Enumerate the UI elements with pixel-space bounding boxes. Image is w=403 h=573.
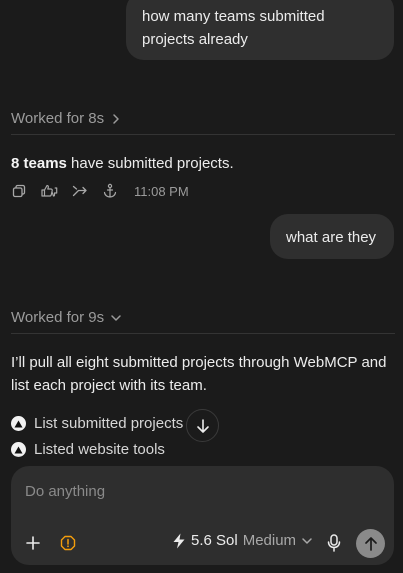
user-message-text: what are they [286,229,377,246]
send-button[interactable] [356,529,385,558]
copy-icon[interactable] [12,184,26,198]
chevron-down-icon [111,314,121,321]
voice-input-button[interactable] [325,533,343,553]
microphone-icon [327,534,341,552]
assistant-text: have submitted projects. [66,155,234,172]
arrow-up-icon [364,536,377,551]
alert-button[interactable] [59,534,77,552]
tool-step[interactable]: List submitted projects [11,415,183,432]
worked-for-label: Worked for 9s [11,309,105,326]
triangle-icon [11,416,26,431]
worked-for-toggle[interactable]: Worked for 8s [11,110,122,127]
user-message-bubble: how many teams submitted projects alread… [126,0,394,60]
plus-icon [26,536,40,550]
model-picker[interactable]: 5.6 Sol Medium [172,532,313,549]
chevron-down-icon [302,537,312,544]
user-message-line: how many teams submitted [142,8,325,25]
branch-icon[interactable] [72,183,88,199]
composer: 5.6 Sol Medium [11,466,394,565]
lightning-icon [173,533,185,548]
divider [11,134,395,135]
scroll-to-bottom-button[interactable] [186,409,219,442]
add-attachment-button[interactable] [23,533,43,553]
assistant-bold-text: 8 teams [11,155,67,172]
thumbs-icons[interactable] [40,183,58,199]
anchor-icon[interactable] [102,183,118,199]
user-message-line: projects already [142,31,248,48]
divider [11,333,395,334]
tool-step-label: List submitted projects [34,415,184,432]
assistant-message: 8 teams have submitted projects. [11,152,395,175]
worked-for-label: Worked for 8s [11,110,105,127]
worked-for-toggle[interactable]: Worked for 9s [11,309,122,326]
prompt-input[interactable] [23,482,357,501]
alert-icon [60,535,76,551]
model-name: 5.6 Sol [191,532,238,549]
chevron-right-icon [113,113,119,124]
effort-level: Medium [242,532,297,549]
arrow-down-icon [196,418,209,433]
assistant-message: I’ll pull all eight submitted projects t… [11,354,387,394]
message-timestamp: 11:08 PM [134,183,189,199]
user-message-bubble: what are they [270,214,394,259]
message-actions: 11:08 PM [12,183,189,199]
